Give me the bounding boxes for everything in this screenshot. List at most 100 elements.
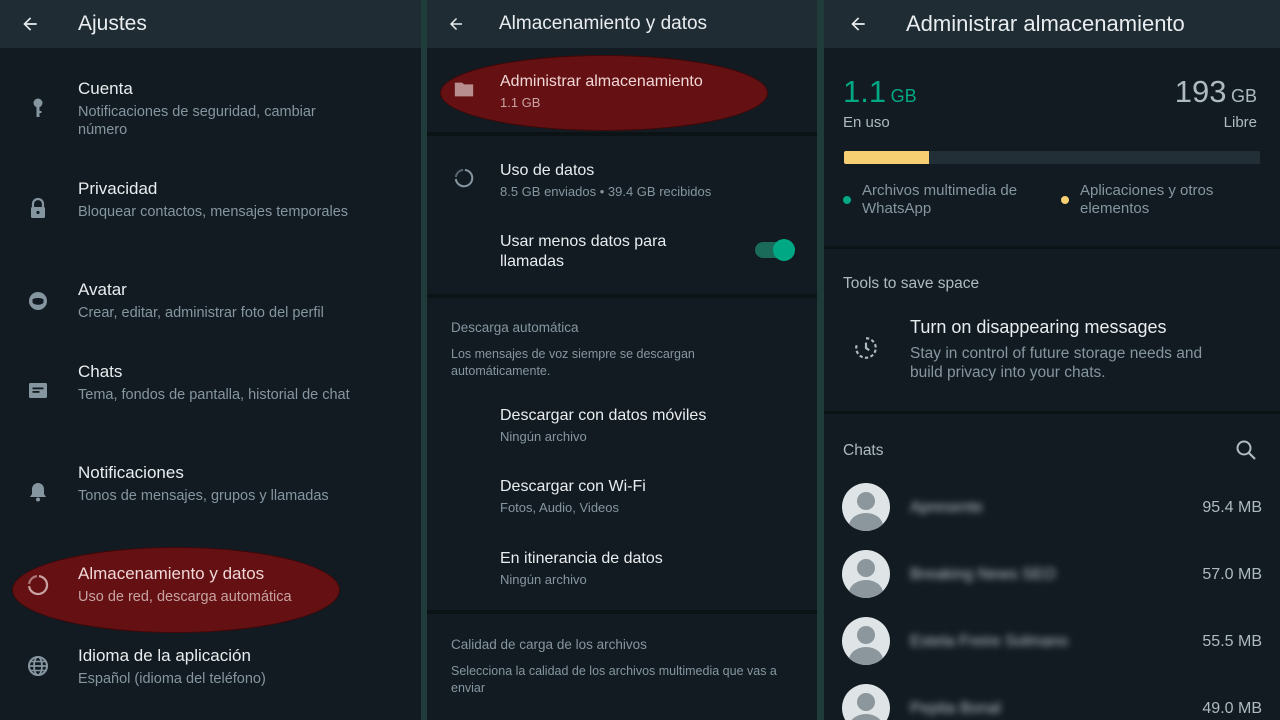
settings-item-account[interactable]: Cuenta Notificaciones de seguridad, camb…: [0, 78, 421, 142]
chat-name: Apresente: [910, 499, 983, 516]
used-label: En uso: [843, 114, 890, 131]
auto-download-header: Descarga automática: [451, 320, 579, 335]
key-icon: [33, 98, 43, 117]
settings-item-title: Cuenta: [78, 79, 133, 98]
settings-item-subtitle: Español (idioma del teléfono): [78, 671, 266, 687]
auto-download-item-title: En itinerancia de datos: [500, 550, 663, 567]
settings-item-subtitle: Bloquear contactos, mensajes temporales: [78, 204, 349, 220]
back-arrow-icon[interactable]: [20, 14, 40, 34]
settings-title: Ajustes: [78, 12, 147, 35]
settings-item-title: Almacenamiento y datos: [78, 564, 265, 583]
free-value: 193: [1174, 74, 1227, 109]
legend-dot-whatsapp: [843, 196, 851, 204]
storage-usage-fill: [844, 151, 930, 164]
less-data-calls-row[interactable]: Usar menos datos para llamadas: [427, 228, 817, 278]
auto-download-roaming-row[interactable]: En itinerancia de datos Ningún archivo: [427, 545, 817, 595]
settings-item-subtitle: Uso de red, descarga automática: [78, 589, 292, 605]
chats-header: Chats: [843, 442, 884, 459]
auto-download-item-subtitle: Fotos, Audio, Videos: [500, 500, 620, 515]
chat-row[interactable]: Pepita Bonal 49.0 MB: [824, 681, 1280, 720]
avatar: [842, 684, 890, 720]
settings-item-notifications[interactable]: Notificaciones Tonos de mensajes, grupos…: [0, 462, 421, 526]
chat-size: 57.0 MB: [1202, 566, 1262, 583]
avatar-icon: [29, 292, 47, 310]
disappearing-timer-icon: [855, 337, 877, 359]
auto-download-item-subtitle: Ningún archivo: [500, 429, 587, 444]
settings-item-avatar[interactable]: Avatar Crear, editar, administrar foto d…: [0, 279, 421, 329]
settings-item-title: Chats: [78, 362, 123, 381]
chat-size: 95.4 MB: [1202, 499, 1262, 516]
divider: [427, 132, 817, 136]
used-value: 1.1: [843, 74, 887, 109]
settings-item-subtitle: Tema, fondos de pantalla, historial de c…: [78, 387, 350, 403]
free-label: Libre: [1223, 114, 1257, 131]
settings-item-privacy[interactable]: Privacidad Bloquear contactos, mensajes …: [0, 178, 421, 242]
chat-icon: [29, 383, 47, 398]
data-usage-row[interactable]: Uso de datos 8.5 GB enviados • 39.4 GB r…: [427, 155, 817, 205]
data-usage-icon: [28, 575, 49, 596]
globe-icon: [28, 656, 48, 676]
disappearing-title: Turn on disappearing messages: [910, 317, 1167, 337]
settings-item-subtitle: Crear, editar, administrar foto del perf…: [78, 305, 324, 321]
settings-item-language[interactable]: Idioma de la aplicación Español (idioma …: [0, 645, 421, 691]
upload-quality-description[interactable]: Selecciona la calidad de los archivos mu…: [451, 663, 796, 697]
divider: [824, 246, 1280, 249]
chat-row[interactable]: Breaking News SEO 57.0 MB: [824, 547, 1280, 614]
used-amount: 1.1 GB: [843, 74, 917, 110]
settings-item-subtitle: Tonos de mensajes, grupos y llamadas: [78, 488, 329, 504]
less-data-calls-title: Usar menos datos para llamadas: [500, 233, 667, 270]
tools-header: Tools to save space: [843, 275, 980, 292]
back-arrow-icon[interactable]: [848, 14, 868, 34]
settings-item-title: Privacidad: [78, 179, 158, 198]
chat-name: Pepita Bonal: [910, 700, 1001, 717]
back-arrow-icon[interactable]: [447, 14, 465, 34]
manage-storage-row[interactable]: Administrar almacenamiento 1.1 GB: [427, 64, 817, 120]
auto-download-item-subtitle: Ningún archivo: [500, 572, 587, 587]
avatar: [842, 550, 890, 598]
divider: [427, 610, 817, 614]
data-usage-icon: [454, 168, 474, 188]
data-usage-title: Uso de datos: [500, 162, 595, 179]
disappearing-messages-row[interactable]: Turn on disappearing messages Stay in co…: [824, 308, 1280, 398]
upload-quality-header: Calidad de carga de los archivos: [451, 637, 647, 652]
chat-row[interactable]: Apresente 95.4 MB: [824, 480, 1280, 547]
search-icon[interactable]: [1234, 438, 1258, 462]
chat-name: Estela Freire Solmano: [910, 633, 1069, 650]
storage-data-panel: Almacenamiento y datos Administrar almac…: [427, 0, 817, 720]
storage-usage-bar: [844, 151, 1260, 164]
settings-top-bar: Ajustes: [0, 0, 421, 48]
disappearing-subtitle: Stay in control of future storage needs …: [910, 345, 1203, 381]
folder-icon: [454, 82, 474, 97]
legend-whatsapp-label: Archivos multimedia de WhatsApp: [862, 182, 1018, 217]
settings-item-title: Notificaciones: [78, 463, 184, 482]
settings-item-storage[interactable]: Almacenamiento y datos Uso de red, desca…: [0, 563, 421, 609]
auto-download-wifi-row[interactable]: Descargar con Wi-Fi Fotos, Audio, Videos: [427, 473, 817, 523]
storage-title: Almacenamiento y datos: [499, 13, 708, 34]
auto-download-mobile-row[interactable]: Descargar con datos móviles Ningún archi…: [427, 402, 817, 452]
auto-download-description: Los mensajes de voz siempre se descargan…: [451, 347, 695, 378]
bell-icon: [30, 483, 46, 502]
chat-row[interactable]: Estela Freire Solmano 55.5 MB: [824, 614, 1280, 681]
data-usage-subtitle: 8.5 GB enviados • 39.4 GB recibidos: [500, 184, 712, 199]
manage-title: Administrar almacenamiento: [906, 11, 1185, 36]
legend-apps-label: Aplicaciones y otros elementos: [1080, 182, 1214, 217]
auto-download-item-title: Descargar con datos móviles: [500, 407, 707, 424]
manage-top-bar: Administrar almacenamiento: [824, 0, 1280, 48]
less-data-calls-toggle[interactable]: [755, 239, 795, 261]
avatar: [842, 617, 890, 665]
free-unit: GB: [1230, 86, 1257, 106]
manage-storage-panel: Administrar almacenamiento 1.1 GB En uso…: [824, 0, 1280, 720]
settings-panel: Ajustes Cuenta Notificaciones de segurid…: [0, 0, 421, 720]
chat-size: 55.5 MB: [1202, 633, 1262, 650]
settings-item-chats[interactable]: Chats Tema, fondos de pantalla, historia…: [0, 361, 421, 425]
auto-download-item-title: Descargar con Wi-Fi: [500, 478, 646, 495]
avatar: [842, 483, 890, 531]
settings-item-title: Idioma de la aplicación: [78, 646, 251, 665]
manage-storage-title: Administrar almacenamiento: [500, 73, 703, 90]
free-amount: 193 GB: [1175, 74, 1257, 110]
manage-storage-subtitle: 1.1 GB: [500, 95, 541, 110]
divider: [824, 411, 1280, 414]
divider: [427, 294, 817, 298]
settings-item-title: Avatar: [78, 280, 127, 299]
chat-size: 49.0 MB: [1202, 700, 1262, 717]
